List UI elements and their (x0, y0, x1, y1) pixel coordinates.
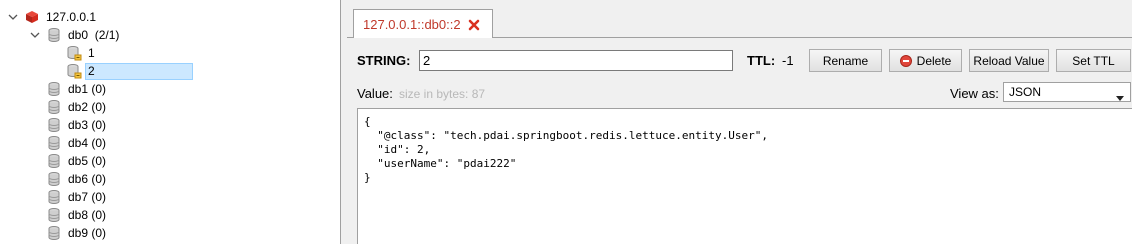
db-count: (0) (91, 226, 107, 240)
db-count: (0) (91, 118, 107, 132)
database-icon (46, 81, 62, 97)
editor-line: "userName": "pdai222" (364, 157, 517, 170)
db-count: (0) (91, 154, 107, 168)
set-ttl-button[interactable]: Set TTL (1056, 49, 1131, 72)
db-name: db1 (68, 82, 89, 96)
editor-line: "@class": "tech.pdai.springboot.redis.le… (364, 129, 768, 142)
dropdown-arrow-icon[interactable] (1116, 90, 1124, 104)
db-name: db2 (68, 100, 89, 114)
tab-key[interactable]: 127.0.0.1::db0::2 (353, 9, 493, 39)
redis-server-icon (24, 9, 40, 25)
delete-icon (899, 54, 912, 67)
tree-item-db1[interactable]: db1 (0) (46, 80, 109, 98)
tab-label: 127.0.0.1::db0::2 (363, 17, 461, 32)
db-name: db5 (68, 154, 89, 168)
ttl-value: -1 (782, 53, 794, 68)
tree-item-server-label: 127.0.0.1 (46, 10, 97, 24)
database-icon (46, 135, 62, 151)
db-count: (0) (91, 136, 107, 150)
db-count: (0) (91, 190, 107, 204)
key-detail-panel: STRING: 2 TTL: -1 Rename Delete Reload V… (347, 38, 1132, 244)
reload-button-label: Reload Value (973, 53, 1045, 68)
tree-item-db4[interactable]: db4 (0) (46, 134, 109, 152)
tree-item-db8[interactable]: db8 (0) (46, 206, 109, 224)
tree-item-db5[interactable]: db5 (0) (46, 152, 109, 170)
db-name: db6 (68, 172, 89, 186)
editor-line: { (364, 115, 371, 128)
tree-item-db0[interactable]: db0 (2/1) (30, 26, 122, 44)
delete-button[interactable]: Delete (889, 49, 962, 72)
db-count: (0) (91, 100, 107, 114)
database-icon (46, 99, 62, 115)
database-icon (46, 117, 62, 133)
editor-line: "id": 2, (364, 143, 431, 156)
db-name: db4 (68, 136, 89, 150)
db-count: (0) (91, 172, 107, 186)
view-as-select[interactable]: JSON (1003, 82, 1131, 102)
key-label: 2 (85, 62, 193, 80)
tree-item-key[interactable]: 1 (66, 44, 98, 62)
view-as-selected: JSON (1009, 85, 1042, 99)
editor-line: } (364, 171, 371, 184)
reload-value-button[interactable]: Reload Value (969, 49, 1049, 72)
db-count: (0) (91, 208, 107, 222)
database-icon (46, 225, 62, 241)
db-name: db0 (68, 28, 89, 42)
key-label: 1 (88, 46, 95, 60)
value-text-editor[interactable]: { "@class": "tech.pdai.springboot.redis.… (357, 108, 1132, 244)
tree-item-db7[interactable]: db7 (0) (46, 188, 109, 206)
db-name: db7 (68, 190, 89, 204)
db-name: db3 (68, 118, 89, 132)
database-icon (46, 171, 62, 187)
key-name-input[interactable]: 2 (419, 50, 733, 71)
tree-item-key-selected[interactable]: 2 (66, 62, 193, 80)
tree-item-server[interactable]: 127.0.0.1 (8, 8, 99, 26)
database-icon (46, 153, 62, 169)
string-key-icon (66, 63, 82, 79)
database-icon (46, 189, 62, 205)
value-label: Value: (357, 86, 393, 101)
database-icon (46, 207, 62, 223)
tree-item-db9[interactable]: db9 (0) (46, 224, 109, 242)
db-name: db8 (68, 208, 89, 222)
tree-item-db3[interactable]: db3 (0) (46, 116, 109, 134)
tree-item-db6[interactable]: db6 (0) (46, 170, 109, 188)
view-as-label: View as: (950, 86, 999, 101)
chevron-down-icon[interactable] (8, 12, 18, 22)
db-count: (0) (91, 82, 107, 96)
string-key-icon (66, 45, 82, 61)
db-count: (2/1) (94, 28, 120, 42)
size-hint: size in bytes: 87 (399, 87, 486, 101)
tab-bar: 127.0.0.1::db0::2 (347, 0, 1132, 39)
chevron-down-icon[interactable] (30, 30, 40, 40)
ttl-label: TTL: (747, 53, 776, 68)
database-icon (46, 27, 62, 43)
value-editor-pane: 127.0.0.1::db0::2 STRING: 2 TTL: -1 Rena… (347, 0, 1132, 244)
rename-button-label: Rename (822, 53, 869, 68)
delete-button-label: Delete (916, 53, 952, 68)
set-ttl-button-label: Set TTL (1072, 53, 1115, 68)
close-icon[interactable] (468, 19, 480, 31)
rename-button[interactable]: Rename (809, 49, 882, 72)
type-label: STRING: (357, 53, 411, 68)
tree-item-db2[interactable]: db2 (0) (46, 98, 109, 116)
db-name: db9 (68, 226, 89, 240)
connection-tree[interactable]: 127.0.0.1 db0 (2/1) 1 2 db1 (0) db2 (0) … (0, 0, 341, 244)
